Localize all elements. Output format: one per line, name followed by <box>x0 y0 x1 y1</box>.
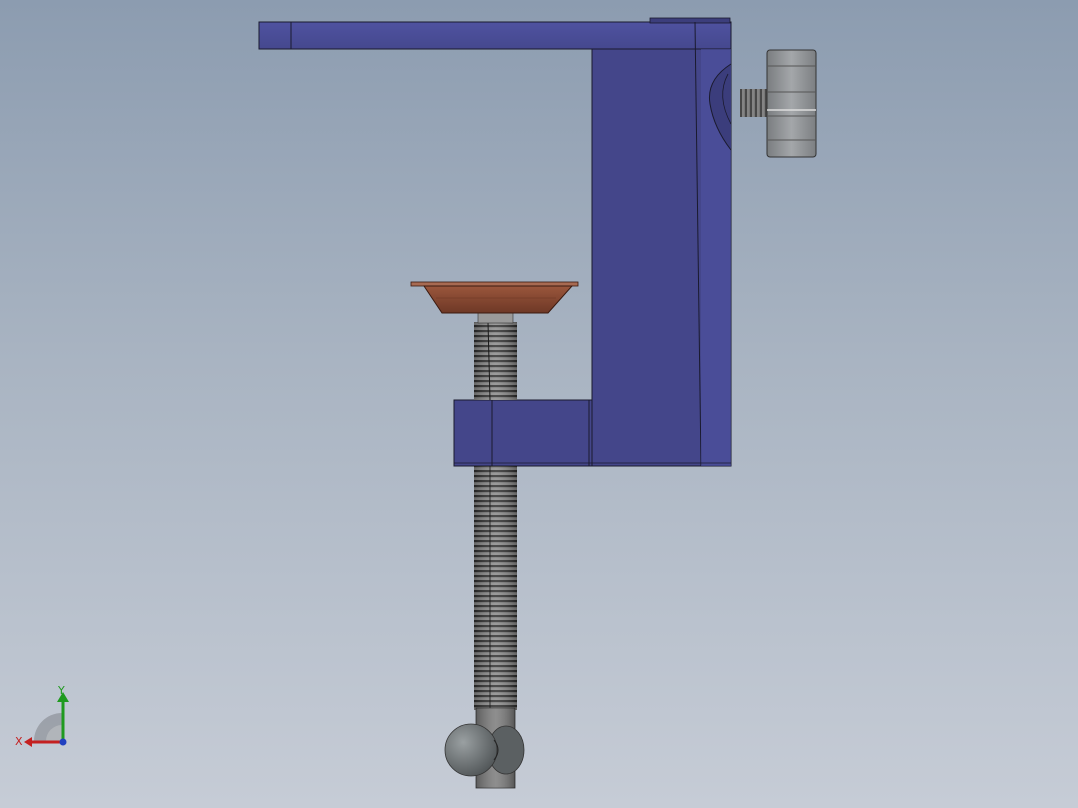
support-pad[interactable] <box>410 281 579 314</box>
x-axis-label: X <box>15 735 23 748</box>
threaded-screw[interactable] <box>474 312 517 789</box>
graphics-viewport[interactable]: Y X <box>0 0 1078 808</box>
z-axis-dot <box>59 738 67 746</box>
handle-balls[interactable] <box>444 723 525 777</box>
locking-knob[interactable] <box>740 49 817 158</box>
x-axis-arrowhead <box>24 737 32 747</box>
y-axis-label: Y <box>57 684 65 697</box>
clamp-top-arm[interactable] <box>258 17 732 50</box>
reference-triad[interactable]: Y X <box>10 684 80 756</box>
clamp-vertical-body[interactable] <box>591 21 732 467</box>
cad-model-view[interactable] <box>0 0 1078 808</box>
